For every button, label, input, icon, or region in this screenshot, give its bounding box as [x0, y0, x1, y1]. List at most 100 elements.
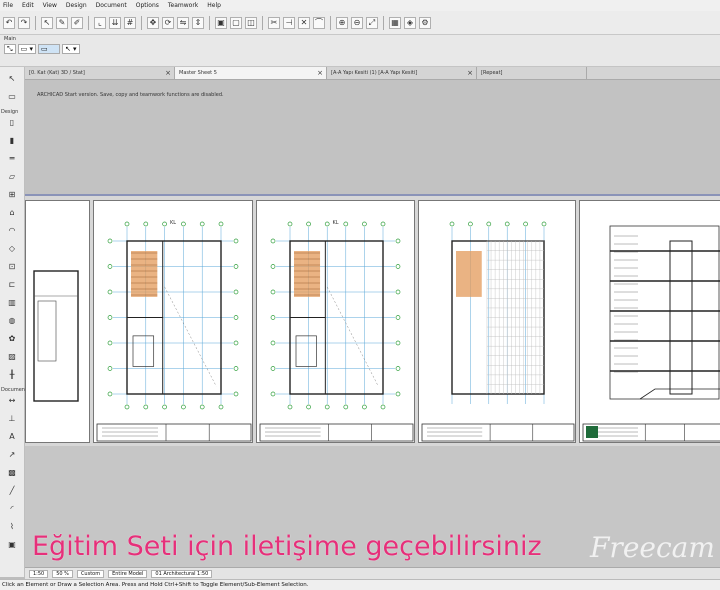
toolbox-panel: ↖ ▭ Design ▯ ▮ ═ ▱ ⊞ ⌂ ◠ ◇ ⊡ ⊏ ▥ ◍ ✿ ▨ ╫ Document ↔ ⊥ A ↗ ▩ ╱ ◜ ⌇ ▣: [0, 67, 27, 577]
marquee-tool-icon[interactable]: ▭: [5, 91, 19, 101]
close-tab-icon[interactable]: ×: [317, 67, 323, 79]
fill-tool-icon[interactable]: ▩: [5, 467, 19, 477]
geometry-method-icon[interactable]: ▭ ▾: [17, 44, 36, 54]
adjust-icon[interactable]: ⊣: [283, 16, 295, 29]
wall-tool-icon[interactable]: ▯: [5, 117, 19, 127]
status-bar: Click an Element or Draw a Selection Are…: [0, 579, 720, 590]
menu-item-document[interactable]: Document: [96, 2, 127, 9]
zoom-out-icon[interactable]: ⊖: [351, 16, 363, 29]
promo-caption: Eğitim Seti için iletişime geçebilirsini…: [32, 531, 542, 562]
dimension-tool-icon[interactable]: ↔: [5, 395, 19, 405]
menu-bar: File Edit View Design Document Options Teamwor…: [0, 0, 720, 11]
roof-tool-icon[interactable]: ⌂: [5, 207, 19, 217]
toolbar-separator: [330, 15, 331, 30]
view-tab[interactable]: [A-A Yapı Kesiti (1) [A-A Yapı Kesiti] ×: [327, 67, 477, 79]
layout-sheet[interactable]: KL: [93, 200, 253, 443]
quick-options-bar: 1:50 50 % Custom Entire Model 01 Archite…: [25, 567, 720, 579]
stair-tool-icon[interactable]: ⊞: [5, 189, 19, 199]
eyedropper-icon[interactable]: ✎: [56, 16, 68, 29]
selection-method-icon[interactable]: ⤡: [4, 44, 16, 54]
level-tool-icon[interactable]: ⊥: [5, 413, 19, 423]
fillet-icon[interactable]: ⌒: [313, 16, 325, 29]
menu-item-view[interactable]: View: [43, 2, 57, 9]
arc-tool-icon[interactable]: ◜: [5, 503, 19, 513]
object-tool-icon[interactable]: ✿: [5, 333, 19, 343]
beam-tool-icon[interactable]: ═: [5, 153, 19, 163]
syringe-icon[interactable]: ✐: [71, 16, 83, 29]
group-icon[interactable]: ▣: [215, 16, 227, 29]
gravity-icon[interactable]: ⇊: [109, 16, 121, 29]
drawing-tool-icon[interactable]: ▣: [5, 539, 19, 549]
curtain-wall-tool-icon[interactable]: ▥: [5, 297, 19, 307]
settings-icon[interactable]: ⚙: [419, 16, 431, 29]
rotate-icon[interactable]: ⟳: [162, 16, 174, 29]
view-tab[interactable]: [Repeat]: [477, 67, 587, 79]
view-tab[interactable]: Master Sheet 5 ×: [175, 67, 327, 79]
toolbar-separator: [35, 15, 36, 30]
split-icon[interactable]: ✂: [268, 16, 280, 29]
layout-sheet[interactable]: KL: [256, 200, 415, 443]
door-tool-icon[interactable]: ⊏: [5, 279, 19, 289]
window-tool-icon[interactable]: ⊡: [5, 261, 19, 271]
toolbar-separator: [88, 15, 89, 30]
pointer-icon[interactable]: ↖: [41, 16, 53, 29]
toolbox-section-label: Document: [1, 387, 27, 393]
menu-item-help[interactable]: Help: [207, 2, 221, 9]
morph-tool-icon[interactable]: ◍: [5, 315, 19, 325]
view-tab[interactable]: [0. Kat (Kat) 3D / Stat] ×: [25, 67, 175, 79]
menu-item-file[interactable]: File: [3, 2, 13, 9]
zoom-field[interactable]: 50 %: [52, 569, 73, 578]
zone-tool-icon[interactable]: ▨: [5, 351, 19, 361]
layout-sheet[interactable]: [579, 200, 720, 443]
arrow-tool-icon[interactable]: ↖: [5, 73, 19, 83]
mirror-icon[interactable]: ⇋: [177, 16, 189, 29]
info-box-controls: ⤡ ▭ ▾ ▭ ↖ ▾: [4, 43, 80, 55]
start-version-message: ARCHICAD Start version. Save, copy and t…: [37, 92, 224, 98]
watermark-text: Freecam: [590, 531, 715, 564]
info-box-bar: Main ⤡ ▭ ▾ ▭ ↖ ▾: [0, 35, 720, 67]
column-tool-icon[interactable]: ▮: [5, 135, 19, 145]
fit-window-icon[interactable]: ⤢: [366, 16, 378, 29]
intersect-icon[interactable]: ✕: [298, 16, 310, 29]
line-tool-icon[interactable]: ╱: [5, 485, 19, 495]
undo-icon[interactable]: ↶: [3, 16, 15, 29]
mesh-tool-icon[interactable]: ◇: [5, 243, 19, 253]
menu-item-edit[interactable]: Edit: [22, 2, 34, 9]
railing-tool-icon[interactable]: ╫: [5, 369, 19, 379]
menu-item-options[interactable]: Options: [136, 2, 159, 9]
pen-set-field[interactable]: 01 Architectural 1:50: [151, 569, 213, 578]
layout-sheet[interactable]: [418, 200, 576, 443]
snap-guide-icon[interactable]: ⌞: [94, 16, 106, 29]
move-icon[interactable]: ✥: [147, 16, 159, 29]
slab-tool-icon[interactable]: ▱: [5, 171, 19, 181]
polyline-tool-icon[interactable]: ⌇: [5, 521, 19, 531]
suspend-groups-icon[interactable]: ◫: [245, 16, 257, 29]
grid-snap-icon[interactable]: #: [124, 16, 136, 29]
text-tool-icon[interactable]: A: [5, 431, 19, 441]
view-tab-bar: [0. Kat (Kat) 3D / Stat] × Master Sheet 5 ×…: [25, 67, 720, 80]
arrow-cursor-icon[interactable]: ↖ ▾: [61, 44, 80, 54]
menu-item-design[interactable]: Design: [66, 2, 87, 9]
floor-plan-icon[interactable]: ▦: [389, 16, 401, 29]
scale-field[interactable]: 1:50: [29, 569, 49, 578]
ungroup-icon[interactable]: ▢: [230, 16, 242, 29]
label-tool-icon[interactable]: ↗: [5, 449, 19, 459]
3d-window-icon[interactable]: ◈: [404, 16, 416, 29]
redo-icon[interactable]: ↷: [18, 16, 30, 29]
close-tab-icon[interactable]: ×: [165, 67, 171, 79]
view-tab-label: Master Sheet 5: [179, 70, 217, 76]
layer-combination-field[interactable]: Custom: [76, 569, 105, 578]
view-tab-label: [Repeat]: [481, 70, 503, 76]
layout-sheet-strip[interactable]: KL KL: [25, 194, 720, 446]
menu-item-teamwork[interactable]: Teamwork: [168, 2, 198, 9]
sheet-title: KL: [332, 220, 339, 226]
toolbar-separator: [209, 15, 210, 30]
layout-sheet-partial[interactable]: [25, 200, 90, 443]
model-view-field[interactable]: Entire Model: [108, 569, 148, 578]
view-tab-label: [0. Kat (Kat) 3D / Stat]: [29, 70, 85, 76]
close-tab-icon[interactable]: ×: [467, 67, 473, 79]
zoom-in-icon[interactable]: ⊕: [336, 16, 348, 29]
marquee-shape-icon[interactable]: ▭: [37, 44, 60, 54]
shell-tool-icon[interactable]: ◠: [5, 225, 19, 235]
elevate-icon[interactable]: ⇕: [192, 16, 204, 29]
